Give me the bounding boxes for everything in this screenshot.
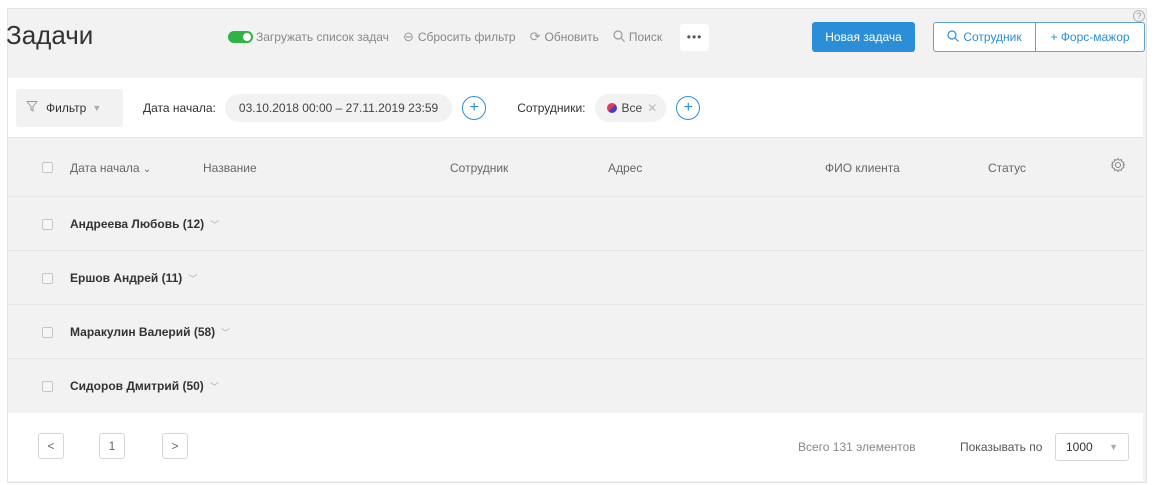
load-tasks-label: Загружать список задач [256,30,389,44]
group-name: Сидоров Дмитрий (50) [70,379,204,393]
table-row[interactable]: Ершов Андрей (11) ﹀ [8,252,1143,305]
refresh-button[interactable]: ⟳ Обновить [530,29,599,45]
per-page-label: Показывать по [960,440,1043,454]
column-title[interactable]: Название [203,161,257,175]
load-tasks-toggle[interactable]: Загружать список задач [228,30,389,44]
close-icon[interactable]: ✕ [647,101,657,115]
toolbar: Загружать список задач ⊖ Сбросить фильтр… [228,23,730,51]
chevron-down-icon: ⌄ [142,164,152,175]
table-row[interactable]: Сидоров Дмитрий (50) ﹀ [8,360,1143,413]
row-checkbox[interactable] [42,219,53,230]
chevron-down-icon[interactable]: ﹀ [221,328,230,338]
page-title: Задачи [6,20,94,50]
group-label: Ершов Андрей (11) ﹀ [70,271,197,285]
employee-search-button[interactable]: Сотрудник [934,23,1036,51]
filter-button[interactable]: Фильтр ▼ [16,88,123,127]
reset-filter-button[interactable]: ⊖ Сбросить фильтр [403,29,516,45]
table-header: Дата начала ⌄ Название Сотрудник Адрес Ф… [8,139,1143,197]
add-date-button[interactable]: + [462,95,487,120]
pagination-footer: < 1 > Всего 131 элементов Показывать по … [8,413,1143,481]
employees-chip[interactable]: Все ✕ [594,93,667,122]
column-start-date[interactable]: Дата начала ⌄ [70,161,151,175]
settings-gear-icon[interactable] [1110,157,1126,176]
table-row[interactable]: Андреева Любовь (12) ﹀ [8,198,1143,251]
filter-bar: Фильтр ▼ Дата начала: 03.10.2018 00:00 –… [8,78,1143,138]
new-task-button[interactable]: Новая задача [812,22,915,52]
column-address[interactable]: Адрес [608,161,642,175]
next-page-button[interactable]: > [162,433,188,459]
refresh-label: Обновить [544,30,599,44]
search-icon [613,29,625,45]
page-1-button[interactable]: 1 [99,433,125,459]
refresh-icon: ⟳ [529,29,541,44]
column-start-date-label: Дата начала [70,161,140,175]
search-icon [947,29,960,45]
employees-value: Все [621,100,643,115]
table-row[interactable]: Маракулин Валерий (58) ﹀ [8,306,1143,359]
chevron-down-icon[interactable]: ﹀ [210,220,219,230]
funnel-icon [25,100,39,115]
column-employee[interactable]: Сотрудник [450,161,508,175]
group-name: Маракулин Валерий (58) [70,325,216,339]
per-page-value: 1000 [1066,440,1093,454]
total-count: Всего 131 элементов [798,440,916,454]
filter-label: Фильтр [46,100,87,115]
select-all-checkbox[interactable] [42,162,53,173]
group-name: Ершов Андрей (11) [70,271,183,285]
employees-label: Сотрудники: [517,100,586,115]
search-label: Поиск [628,30,663,44]
start-date-label: Дата начала: [143,100,216,115]
column-status[interactable]: Статус [988,161,1026,175]
column-client-name[interactable]: ФИО клиента [825,161,900,175]
group-label: Сидоров Дмитрий (50) ﹀ [70,379,219,393]
employee-search-label: Сотрудник [963,30,1022,44]
more-button[interactable]: ••• [680,23,710,51]
chevron-down-icon: ▼ [1109,442,1118,452]
chevron-down-icon[interactable]: ﹀ [210,382,219,392]
start-date-chip[interactable]: 03.10.2018 00:00 – 27.11.2019 23:59 [224,93,453,122]
group-label: Маракулин Валерий (58) ﹀ [70,325,230,339]
employee-actions: Сотрудник + Форс-мажор [933,22,1145,52]
toggle-switch-icon[interactable] [228,31,253,43]
minus-circle-icon: ⊖ [402,29,414,44]
force-majeure-button[interactable]: + Форс-мажор [1036,23,1144,51]
search-button[interactable]: Поиск [613,29,663,45]
prev-page-button[interactable]: < [38,433,64,459]
add-employee-button[interactable]: + [676,95,701,120]
row-checkbox[interactable] [42,381,53,392]
chevron-down-icon[interactable]: ﹀ [188,274,197,284]
per-page-select[interactable]: 1000 ▼ [1055,433,1129,461]
color-dot-icon [606,102,617,113]
reset-filter-label: Сбросить фильтр [417,30,516,44]
chevron-down-icon: ▼ [92,102,102,113]
group-name: Андреева Любовь (12) [70,217,205,231]
group-label: Андреева Любовь (12) ﹀ [70,217,219,231]
row-checkbox[interactable] [42,327,53,338]
help-icon[interactable]: ? [1133,10,1145,22]
row-checkbox[interactable] [42,273,53,284]
